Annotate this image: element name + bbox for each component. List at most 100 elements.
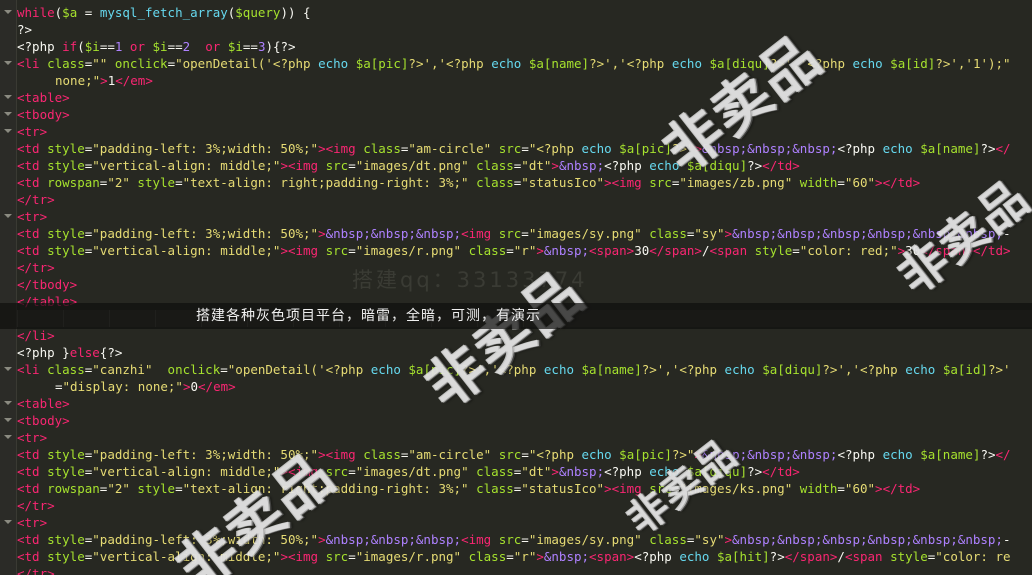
code-text-area[interactable]: while($a = mysql_fetch_array($query)) {?… bbox=[17, 0, 1032, 575]
code-line[interactable]: <tr> bbox=[17, 429, 47, 446]
code-line[interactable]: <td style="vertical-align: middle;"><img… bbox=[17, 548, 1011, 565]
code-token: > bbox=[100, 73, 108, 88]
code-fold-arrow-icon[interactable] bbox=[4, 518, 12, 526]
code-token: > bbox=[724, 226, 733, 241]
code-token: "images/r.png" bbox=[355, 243, 462, 258]
code-line[interactable]: <tr> bbox=[17, 208, 47, 225]
code-token: <tr> bbox=[17, 515, 48, 530]
code-token: src bbox=[325, 549, 349, 564]
code-token: if bbox=[62, 39, 78, 54]
code-token: echo bbox=[649, 464, 680, 479]
code-line[interactable]: <li class="canzhi" onclick="openDetail('… bbox=[17, 361, 1011, 378]
code-token: "sy" bbox=[694, 532, 725, 547]
code-token: > bbox=[604, 175, 612, 190]
code-fold-arrow-icon[interactable] bbox=[4, 59, 12, 67]
code-line[interactable]: <table> bbox=[17, 395, 70, 412]
editor-gutter[interactable] bbox=[0, 0, 17, 575]
code-token: "<?php bbox=[528, 141, 582, 156]
code-line[interactable]: <td style = "padding-left: 3%;width: 50%;"… bbox=[17, 446, 1011, 463]
code-line[interactable]: <table> bbox=[17, 89, 70, 106]
code-token: "images/ks.png" bbox=[679, 481, 793, 496]
code-line[interactable]: <td style = "padding-left: 3%;width: 50%;"… bbox=[17, 225, 1011, 242]
code-line[interactable]: none;">1</em> bbox=[55, 72, 153, 89]
code-token: &nbsp;&nbsp;&nbsp; bbox=[701, 447, 838, 462]
code-line[interactable]: <td style="vertical-align: middle;"><img… bbox=[17, 157, 800, 174]
code-token: </em> bbox=[198, 379, 236, 394]
code-fold-arrow-icon[interactable] bbox=[4, 416, 12, 424]
code-token: <table> bbox=[17, 396, 70, 411]
watermark-banner: 搭建各种灰色项目平台，暗雷，全暗，可测，有演示 bbox=[0, 303, 1032, 329]
code-token: style bbox=[47, 447, 85, 462]
code-token: class bbox=[468, 175, 514, 190]
code-line[interactable]: <?php if($i==1 or $i==2 or $i==3){?> bbox=[17, 38, 296, 55]
code-token: ?> bbox=[17, 22, 33, 37]
code-line[interactable]: <td style = "padding-left: 3%;width: 50%;"… bbox=[17, 531, 1011, 548]
code-token: = bbox=[55, 379, 63, 394]
code-line[interactable]: </li> bbox=[17, 327, 55, 344]
code-token: while bbox=[17, 5, 55, 20]
code-line[interactable]: <tr> bbox=[17, 123, 47, 140]
code-token: > bbox=[318, 141, 326, 156]
code-token: style bbox=[47, 464, 85, 479]
code-token: <td bbox=[17, 549, 48, 564]
code-token: 0 bbox=[190, 379, 199, 394]
code-line[interactable]: </tbody> bbox=[17, 276, 77, 293]
code-token: > bbox=[536, 549, 544, 564]
code-token: &nbsp;&nbsp;&nbsp; bbox=[325, 532, 462, 547]
code-line[interactable]: <td rowspan="2" style="text-align: right… bbox=[17, 174, 920, 191]
code-line[interactable]: <td rowspan="2" style="text-align: right… bbox=[17, 480, 920, 497]
code-line[interactable]: <td style="vertical-align: middle;"><img… bbox=[17, 463, 800, 480]
code-token: <?php bbox=[837, 447, 883, 462]
code-token: - bbox=[1002, 532, 1011, 547]
code-token: = bbox=[175, 481, 183, 496]
code-token: class bbox=[468, 158, 514, 173]
code-line[interactable]: <td style = "padding-left: 3%;width: 50%;"… bbox=[17, 140, 1011, 157]
code-token: style bbox=[754, 243, 793, 258]
code-line[interactable]: </tr> bbox=[17, 497, 55, 514]
code-line[interactable]: <li class="" onclick="openDetail('<?php … bbox=[17, 55, 1011, 72]
code-fold-arrow-icon[interactable] bbox=[4, 8, 12, 16]
code-line[interactable]: ="display: none;">0</em> bbox=[55, 378, 236, 395]
code-token: = bbox=[348, 549, 356, 564]
code-line[interactable]: </tr> bbox=[17, 259, 55, 276]
code-line[interactable]: <tr> bbox=[17, 514, 47, 531]
code-token: echo bbox=[543, 362, 574, 377]
code-fold-arrow-icon[interactable] bbox=[4, 93, 12, 101]
code-token: "images/dt.png" bbox=[355, 158, 469, 173]
code-fold-arrow-icon[interactable] bbox=[4, 365, 12, 373]
code-token: class bbox=[641, 226, 687, 241]
code-token: "images/sy.png" bbox=[528, 226, 642, 241]
code-line[interactable]: <tbody> bbox=[17, 412, 70, 429]
code-token: / bbox=[837, 549, 845, 564]
code-token: ){?> bbox=[265, 39, 296, 54]
code-token: echo bbox=[649, 158, 680, 173]
code-token: > bbox=[280, 243, 288, 258]
code-token: class bbox=[468, 464, 514, 479]
code-fold-arrow-icon[interactable] bbox=[4, 399, 12, 407]
code-token: src bbox=[325, 158, 349, 173]
code-line[interactable]: while($a = mysql_fetch_array($query)) { bbox=[17, 4, 311, 21]
code-line[interactable]: <td style="vertical-align: middle;"><img… bbox=[17, 242, 1011, 259]
code-token: or bbox=[190, 39, 228, 54]
code-token: <tbody> bbox=[17, 413, 70, 428]
code-token: = bbox=[792, 243, 800, 258]
code-line[interactable]: <?php }else{?> bbox=[17, 344, 122, 361]
code-token: ?>" bbox=[671, 141, 695, 156]
code-line[interactable]: </tr> bbox=[17, 565, 55, 575]
code-token: ?>','<?php bbox=[461, 362, 544, 377]
code-fold-arrow-icon[interactable] bbox=[4, 127, 12, 135]
code-token: ?> bbox=[980, 141, 996, 156]
code-token: $a[name] bbox=[581, 362, 642, 377]
code-fold-arrow-icon[interactable] bbox=[4, 433, 12, 441]
code-token: </ bbox=[995, 447, 1011, 462]
code-fold-arrow-icon[interactable] bbox=[4, 212, 12, 220]
code-token: <span> bbox=[589, 243, 635, 258]
code-token: "2" bbox=[107, 481, 130, 496]
code-line[interactable]: </tr> bbox=[17, 191, 55, 208]
code-line[interactable]: ?> bbox=[17, 21, 32, 38]
code-token: "statusIco" bbox=[521, 481, 605, 496]
code-fold-arrow-icon[interactable] bbox=[4, 110, 12, 118]
code-token: </span> bbox=[784, 549, 838, 564]
code-line[interactable]: <tbody> bbox=[17, 106, 70, 123]
